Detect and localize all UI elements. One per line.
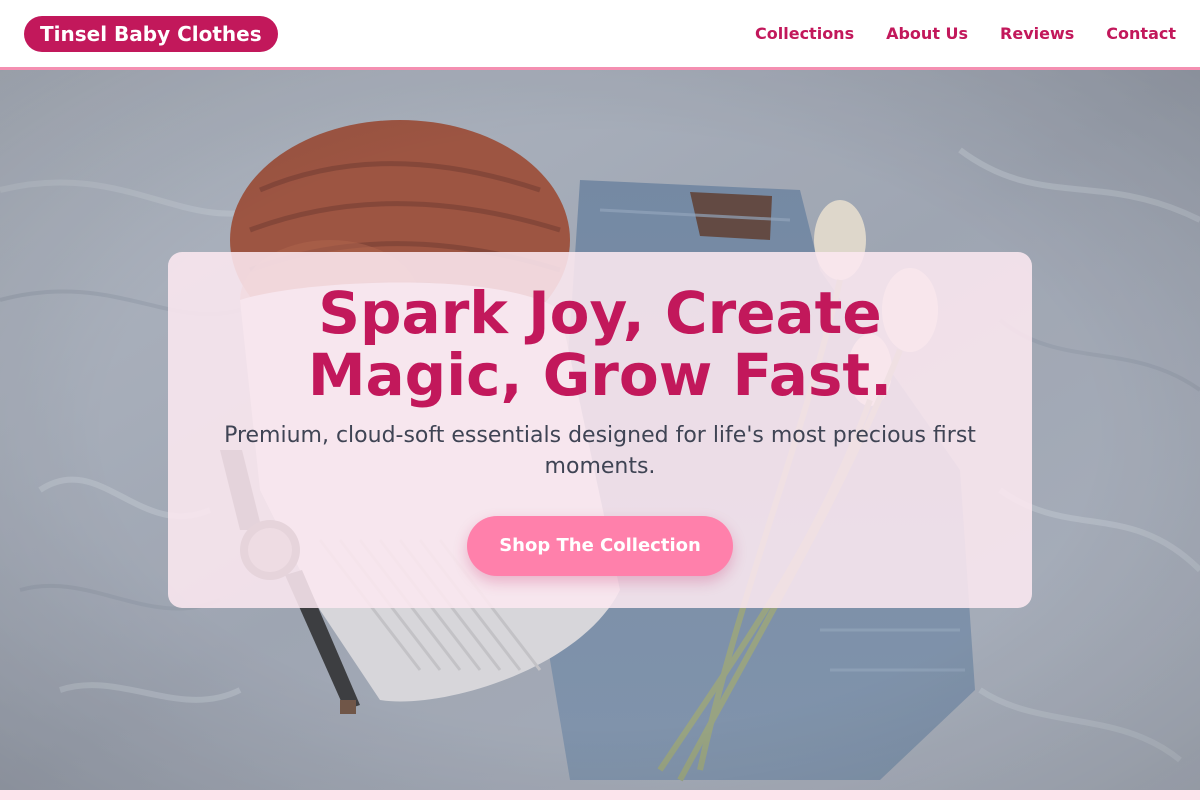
bottom-section-edge — [0, 790, 1200, 800]
hero-subtitle: Premium, cloud-soft essentials designed … — [224, 423, 976, 479]
shop-collection-button[interactable]: Shop The Collection — [467, 516, 733, 576]
nav-link-reviews[interactable]: Reviews — [1000, 24, 1074, 43]
nav-link-collections[interactable]: Collections — [755, 24, 854, 43]
site-header: Tinsel Baby Clothes Collections About Us… — [0, 0, 1200, 70]
hero-title: Spark Joy, Create Magic, Grow Fast. — [307, 279, 893, 409]
main-nav: Collections About Us Reviews Contact — [755, 24, 1176, 43]
hero-card: Spark Joy, Create Magic, Grow Fast. Prem… — [168, 252, 1032, 608]
nav-link-about-us[interactable]: About Us — [886, 24, 968, 43]
brand-logo[interactable]: Tinsel Baby Clothes — [24, 15, 278, 52]
hero-section: Spark Joy, Create Magic, Grow Fast. Prem… — [0, 70, 1200, 790]
nav-link-contact[interactable]: Contact — [1106, 24, 1176, 43]
